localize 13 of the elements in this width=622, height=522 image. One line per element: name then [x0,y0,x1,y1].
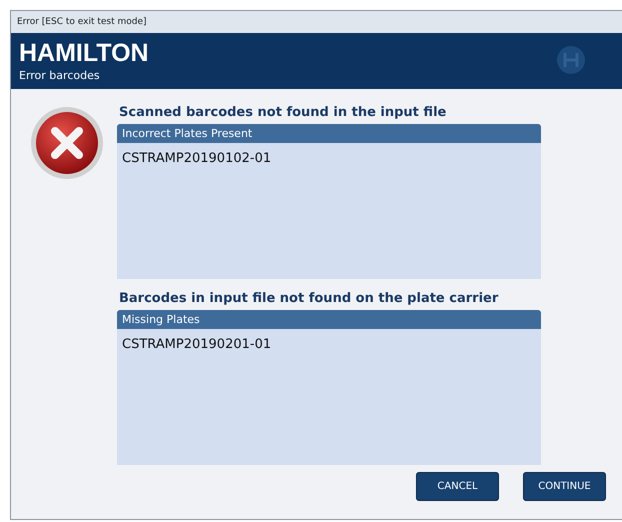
logo: HAMILTON [19,39,149,67]
list-title: Missing Plates [122,313,200,326]
continue-button[interactable]: CONTINUE [523,472,606,501]
section-heading: Barcodes in input file not found on the plate carrier [119,291,500,306]
emblem-icon [556,45,586,75]
section-heading: Scanned barcodes not found in the input file [119,105,448,120]
cancel-button[interactable]: CANCEL [416,472,499,501]
header-subtitle: Error barcodes [19,69,100,82]
list-title: Incorrect Plates Present [122,127,252,140]
barcode-item[interactable]: CSTRAMP20190102-01 [122,151,536,166]
window-title: Error [ESC to exit test mode] [17,17,147,27]
error-icon [29,105,105,181]
barcode-item[interactable]: CSTRAMP20190201-01 [122,337,536,352]
